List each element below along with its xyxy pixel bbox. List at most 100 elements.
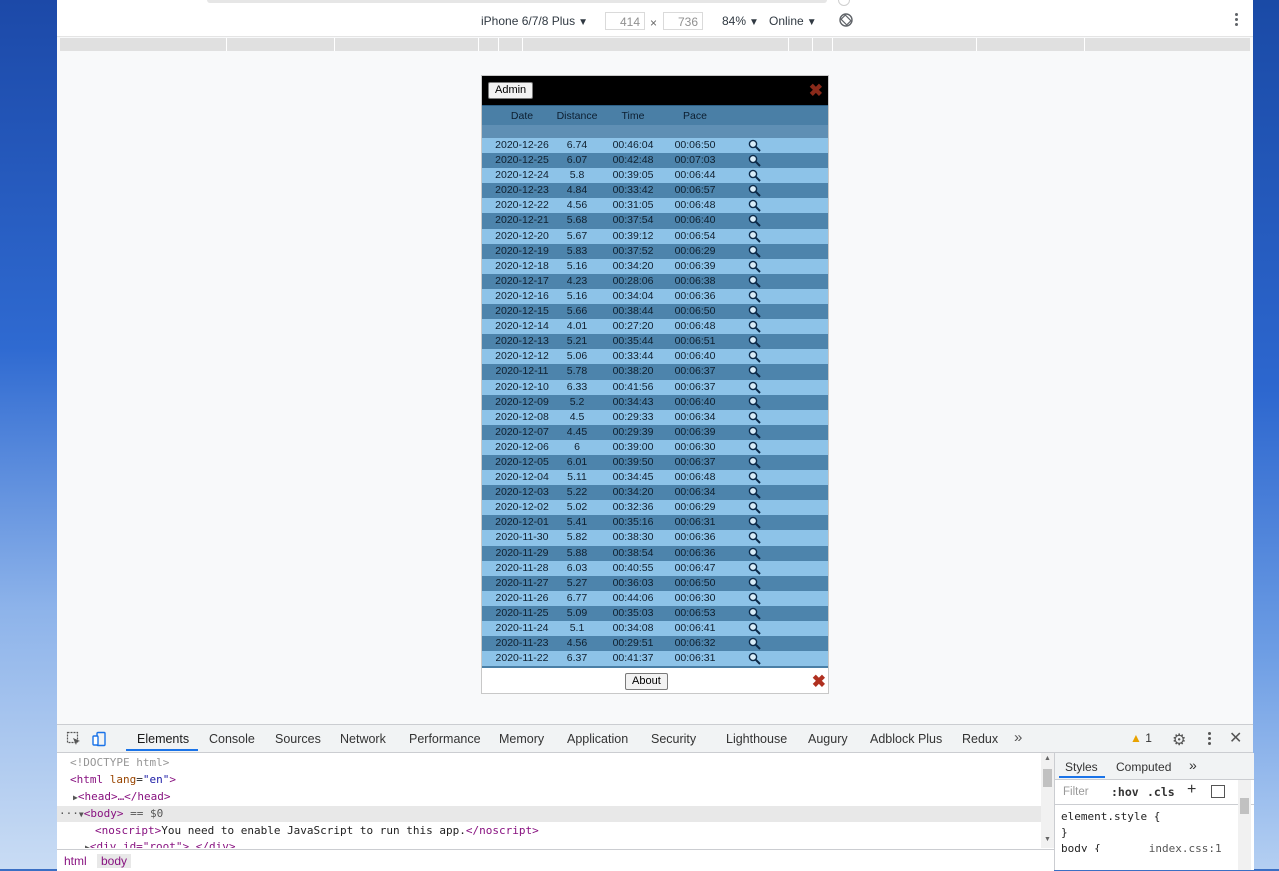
magnifier-icon[interactable] xyxy=(748,622,761,635)
add-rule-icon[interactable]: + xyxy=(1187,781,1196,799)
magnifier-icon[interactable] xyxy=(748,501,761,514)
tab-elements[interactable]: Elements xyxy=(137,732,189,746)
root-div-node[interactable]: ▶<div id="root">…</div> xyxy=(57,839,1067,848)
table-row[interactable]: 2020-12-16 5.16 00:34:04 00:06:36 xyxy=(482,288,828,305)
element-style-rule[interactable]: element.style { xyxy=(1061,810,1160,823)
device-select[interactable]: iPhone 6/7/8 Plus ▼ xyxy=(481,13,588,29)
magnifier-icon[interactable] xyxy=(748,245,761,258)
noscript-node[interactable]: <noscript>You need to enable JavaScript … xyxy=(57,823,1077,839)
table-row[interactable]: 2020-12-05 6.01 00:39:50 00:06:37 xyxy=(482,454,828,471)
tab-performance[interactable]: Performance xyxy=(409,732,481,746)
column-header-pace[interactable]: Pace xyxy=(666,110,724,122)
magnifier-icon[interactable] xyxy=(748,441,761,454)
magnifier-icon[interactable] xyxy=(748,471,761,484)
rotate-icon[interactable] xyxy=(839,13,853,29)
table-row[interactable]: 2020-12-01 5.41 00:35:16 00:06:31 xyxy=(482,515,828,531)
body-rule[interactable]: body {index.css:1 xyxy=(1061,842,1236,852)
table-row[interactable]: 2020-12-26 6.74 00:46:04 00:06:50 xyxy=(482,138,828,154)
magnifier-icon[interactable] xyxy=(748,577,761,590)
about-button[interactable]: About xyxy=(625,673,668,690)
magnifier-icon[interactable] xyxy=(748,350,761,364)
magnifier-icon[interactable] xyxy=(748,381,761,394)
magnifier-icon[interactable] xyxy=(748,396,761,409)
magnifier-icon[interactable] xyxy=(748,486,761,499)
magnifier-icon[interactable] xyxy=(748,230,761,243)
table-row[interactable]: 2020-11-29 5.88 00:38:54 00:06:36 xyxy=(482,545,828,561)
scroll-up-icon[interactable]: ▲ xyxy=(1044,755,1051,762)
table-row[interactable]: 2020-12-24 5.8 00:39:05 00:06:44 xyxy=(482,168,828,184)
magnifier-icon[interactable] xyxy=(748,154,761,167)
magnifier-icon[interactable] xyxy=(748,275,761,288)
table-row[interactable]: 2020-11-28 6.03 00:40:55 00:06:47 xyxy=(482,560,828,576)
tab-sources[interactable]: Sources xyxy=(275,732,321,746)
scroll-down-icon[interactable]: ▼ xyxy=(1044,836,1051,843)
gear-icon[interactable]: ⚙ xyxy=(1172,730,1186,750)
tab-memory[interactable]: Memory xyxy=(499,732,544,746)
table-row[interactable]: 2020-12-25 6.07 00:42:48 00:07:03 xyxy=(482,153,828,169)
tab-computed[interactable]: Computed xyxy=(1116,760,1171,774)
table-row[interactable]: 2020-12-19 5.83 00:37:52 00:06:29 xyxy=(482,243,828,259)
kebab-icon[interactable] xyxy=(1235,13,1239,28)
zoom-select[interactable]: 84% ▼ xyxy=(722,13,759,29)
tab-network[interactable]: Network xyxy=(340,732,386,746)
more-tabs-icon[interactable]: » xyxy=(1189,757,1197,773)
table-row[interactable]: 2020-11-22 6.37 00:41:37 00:06:31 xyxy=(482,651,828,667)
table-row[interactable]: 2020-12-22 4.56 00:31:05 00:06:48 xyxy=(482,198,828,214)
table-row[interactable]: 2020-11-27 5.27 00:36:03 00:06:50 xyxy=(482,575,828,591)
magnifier-icon[interactable] xyxy=(748,214,761,228)
tab-lighthouse[interactable]: Lighthouse xyxy=(726,732,787,746)
tab-styles[interactable]: Styles xyxy=(1065,760,1098,774)
table-row[interactable]: 2020-12-14 4.01 00:27:20 00:06:48 xyxy=(482,319,828,335)
sidebar-toggle-icon[interactable] xyxy=(1211,785,1225,798)
elements-scrollbar[interactable]: ▲ ▼ xyxy=(1041,753,1054,848)
magnifier-icon[interactable] xyxy=(748,290,761,303)
head-node[interactable]: ▶<head>…</head> xyxy=(57,789,1055,805)
magnifier-icon[interactable] xyxy=(748,516,761,530)
doctype-node[interactable]: <!DOCTYPE html> xyxy=(57,755,1052,771)
table-row[interactable]: 2020-12-07 4.45 00:29:39 00:06:39 xyxy=(482,424,828,440)
magnifier-icon[interactable] xyxy=(748,531,761,545)
magnifier-icon[interactable] xyxy=(748,199,761,213)
magnifier-icon[interactable] xyxy=(748,365,761,379)
close-icon[interactable]: ✖ xyxy=(809,82,823,99)
device-toolbar-icon[interactable] xyxy=(92,731,108,747)
column-header-time[interactable]: Time xyxy=(606,110,660,122)
scroll-thumb[interactable] xyxy=(1240,798,1249,814)
magnifier-icon[interactable] xyxy=(748,607,761,620)
tab-augury[interactable]: Augury xyxy=(808,732,848,746)
table-row[interactable]: 2020-11-30 5.82 00:38:30 00:06:36 xyxy=(482,530,828,546)
column-header-date[interactable]: Date xyxy=(496,110,548,122)
tab-adblock-plus[interactable]: Adblock Plus xyxy=(870,732,942,746)
styles-scrollbar[interactable] xyxy=(1238,780,1251,870)
table-row[interactable]: 2020-12-02 5.02 00:32:36 00:06:29 xyxy=(482,500,828,516)
magnifier-icon[interactable] xyxy=(748,320,761,333)
inspect-icon[interactable] xyxy=(66,731,82,747)
cls-toggle[interactable]: .cls xyxy=(1147,785,1175,799)
body-rule-source[interactable]: index.css:1 xyxy=(1149,842,1222,852)
table-row[interactable]: 2020-12-17 4.23 00:28:06 00:06:38 xyxy=(482,273,828,289)
table-row[interactable]: 2020-11-24 5.1 00:34:08 00:06:41 xyxy=(482,621,828,637)
magnifier-icon[interactable] xyxy=(748,456,761,469)
scroll-thumb[interactable] xyxy=(1043,769,1052,787)
tab-console[interactable]: Console xyxy=(209,732,255,746)
magnifier-icon[interactable] xyxy=(748,592,761,605)
close-icon[interactable]: ✖ xyxy=(812,673,826,690)
table-row[interactable]: 2020-12-15 5.66 00:38:44 00:06:50 xyxy=(482,304,828,320)
magnifier-icon[interactable] xyxy=(748,637,761,650)
throttle-select[interactable]: Online ▼ xyxy=(769,13,817,29)
magnifier-icon[interactable] xyxy=(748,260,761,273)
table-row[interactable]: 2020-12-21 5.68 00:37:54 00:06:40 xyxy=(482,213,828,229)
hov-toggle[interactable]: :hov xyxy=(1111,785,1139,799)
table-row[interactable]: 2020-11-26 6.77 00:44:06 00:06:30 xyxy=(482,590,828,606)
html-node[interactable]: <html lang="en"> xyxy=(57,772,1052,788)
magnifier-icon[interactable] xyxy=(748,184,761,197)
magnifier-icon[interactable] xyxy=(748,335,761,348)
table-row[interactable]: 2020-12-11 5.78 00:38:20 00:06:37 xyxy=(482,364,828,380)
magnifier-icon[interactable] xyxy=(748,652,761,665)
kebab-icon[interactable] xyxy=(1208,732,1211,747)
styles-filter-input[interactable]: Filter xyxy=(1063,786,1101,798)
magnifier-icon[interactable] xyxy=(748,426,761,439)
media-query-ruler[interactable] xyxy=(60,38,1250,51)
viewport-height-input[interactable]: 736 xyxy=(663,12,703,30)
magnifier-icon[interactable] xyxy=(748,139,761,152)
